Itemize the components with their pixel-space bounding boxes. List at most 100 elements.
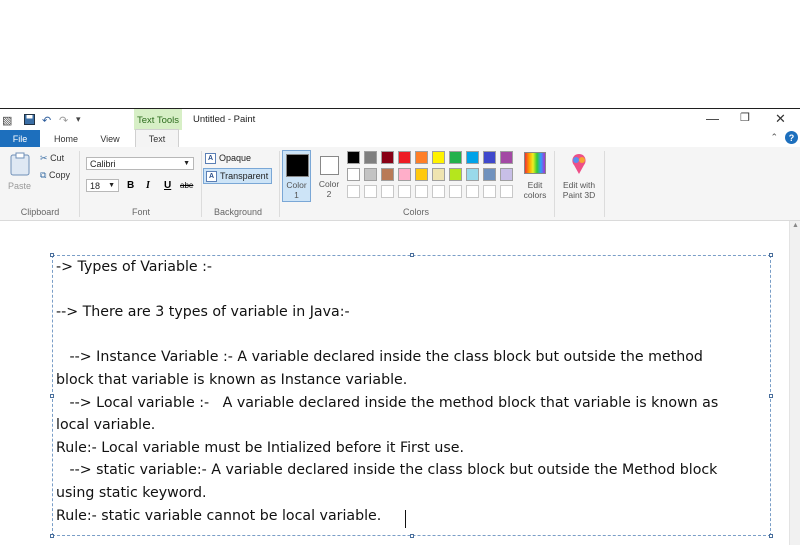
undo-icon[interactable]: ↶ — [42, 114, 51, 127]
empty-color-swatch[interactable] — [449, 185, 462, 198]
restore-icon[interactable]: ❐ — [740, 111, 750, 124]
text-line: --> static variable:- A variable declare… — [56, 462, 718, 478]
color-swatch[interactable] — [432, 168, 445, 181]
text-line: Rule:- static variable cannot be local v… — [56, 508, 382, 524]
background-group-label: Background — [213, 207, 263, 217]
color-swatch[interactable] — [483, 151, 496, 164]
font-size-value: 18 — [90, 180, 101, 191]
color1-button[interactable]: Color 1 — [282, 150, 311, 202]
color-swatch[interactable] — [466, 168, 479, 181]
color-swatch[interactable] — [466, 151, 479, 164]
color2-swatch — [320, 156, 339, 175]
color1-number: 1 — [294, 190, 299, 200]
paint3d-icon[interactable] — [568, 152, 590, 176]
font-size-select[interactable]: 18 ▼ — [86, 179, 119, 192]
save-icon[interactable] — [24, 114, 35, 128]
empty-color-swatch[interactable] — [500, 185, 513, 198]
color-swatch[interactable] — [483, 168, 496, 181]
empty-color-swatch[interactable] — [483, 185, 496, 198]
resize-handle[interactable] — [769, 253, 773, 257]
color-swatch[interactable] — [364, 151, 377, 164]
edit-colors-label: Edit — [527, 180, 543, 190]
colors-group-label: Colors — [402, 207, 429, 217]
separator — [201, 151, 202, 217]
separator — [79, 151, 80, 217]
color-swatch[interactable] — [381, 151, 394, 164]
italic-button[interactable]: I — [146, 180, 150, 191]
resize-handle[interactable] — [410, 253, 414, 257]
underline-button[interactable]: U — [164, 180, 171, 191]
copy-button[interactable]: ⧉ Copy — [40, 170, 70, 181]
paint-app-icon[interactable]: ▧ — [2, 114, 12, 127]
resize-handle[interactable] — [50, 534, 54, 538]
separator — [554, 151, 555, 217]
color-swatch[interactable] — [347, 151, 360, 164]
edit-colors-icon[interactable] — [524, 152, 546, 174]
text-line: local variable. — [56, 417, 156, 433]
window-title: Untitled - Paint — [193, 114, 256, 125]
redo-icon[interactable]: ↷ — [59, 114, 68, 127]
color-swatch[interactable] — [500, 151, 513, 164]
scroll-up-icon[interactable]: ▲ — [792, 222, 799, 229]
edit-colors-label-2: colors — [523, 190, 547, 200]
resize-handle[interactable] — [50, 253, 54, 257]
vertical-scrollbar[interactable]: ▲ — [789, 221, 800, 545]
tab-text[interactable]: Text — [135, 129, 179, 147]
color2-label: Color — [318, 179, 340, 189]
customize-qat-icon[interactable]: ▾ — [76, 114, 81, 125]
text-line: --> There are 3 types of variable in Jav… — [56, 304, 350, 320]
color-swatch[interactable] — [500, 168, 513, 181]
paste-button[interactable]: Paste — [8, 181, 31, 191]
empty-color-swatch[interactable] — [381, 185, 394, 198]
color-swatch[interactable] — [364, 168, 377, 181]
color-swatch[interactable] — [449, 151, 462, 164]
color-swatch[interactable] — [398, 168, 411, 181]
text-line: -> Types of Variable :- — [56, 259, 213, 275]
color-swatch[interactable] — [432, 151, 445, 164]
resize-handle[interactable] — [769, 534, 773, 538]
text-line: --> Instance Variable :- A variable decl… — [56, 349, 703, 365]
tab-home[interactable]: Home — [48, 130, 84, 147]
cut-label: Cut — [50, 153, 65, 163]
close-icon[interactable]: ✕ — [775, 111, 786, 127]
empty-color-swatch[interactable] — [415, 185, 428, 198]
text-line: using static keyword. — [56, 485, 207, 501]
empty-color-swatch[interactable] — [432, 185, 445, 198]
text-line: Rule:- Local variable must be Intialized… — [56, 440, 464, 456]
tab-view[interactable]: View — [92, 130, 128, 147]
resize-handle[interactable] — [50, 394, 54, 398]
minimize-icon[interactable]: — — [706, 111, 719, 126]
resize-handle[interactable] — [410, 534, 414, 538]
color2-button[interactable]: Color 2 — [315, 150, 343, 202]
edit-with-paint3d-button[interactable]: Edit with Paint 3D — [557, 180, 601, 200]
paste-icon[interactable] — [10, 152, 30, 176]
color-palette — [347, 151, 519, 205]
empty-color-swatch[interactable] — [398, 185, 411, 198]
opaque-option[interactable]: A Opaque — [205, 151, 251, 165]
paint3d-label: Edit with — [562, 180, 596, 190]
resize-handle[interactable] — [769, 394, 773, 398]
bold-button[interactable]: B — [127, 180, 134, 191]
cut-button[interactable]: ✂ Cut — [40, 153, 64, 164]
color-swatch[interactable] — [415, 151, 428, 164]
font-family-select[interactable]: Calibri ▼ — [86, 157, 194, 170]
strikethrough-button[interactable]: abe — [180, 181, 193, 190]
edit-colors-button[interactable]: Edit colors — [516, 180, 554, 200]
color-swatch[interactable] — [415, 168, 428, 181]
empty-color-swatch[interactable] — [364, 185, 377, 198]
copy-label: Copy — [48, 170, 70, 180]
color-swatch[interactable] — [381, 168, 394, 181]
collapse-ribbon-icon[interactable]: ⌃ — [770, 132, 778, 143]
help-icon[interactable]: ? — [785, 131, 798, 144]
empty-color-swatch[interactable] — [466, 185, 479, 198]
font-family-value: Calibri — [90, 158, 116, 169]
transparent-option[interactable]: A Transparent — [203, 168, 273, 184]
text-caret — [405, 510, 406, 528]
empty-color-swatch[interactable] — [347, 185, 360, 198]
color-swatch[interactable] — [398, 151, 411, 164]
color2-number: 2 — [326, 189, 332, 199]
color-swatch[interactable] — [449, 168, 462, 181]
font-group-label: Font — [131, 207, 150, 217]
color-swatch[interactable] — [347, 168, 360, 181]
tab-file[interactable]: File — [0, 130, 40, 147]
